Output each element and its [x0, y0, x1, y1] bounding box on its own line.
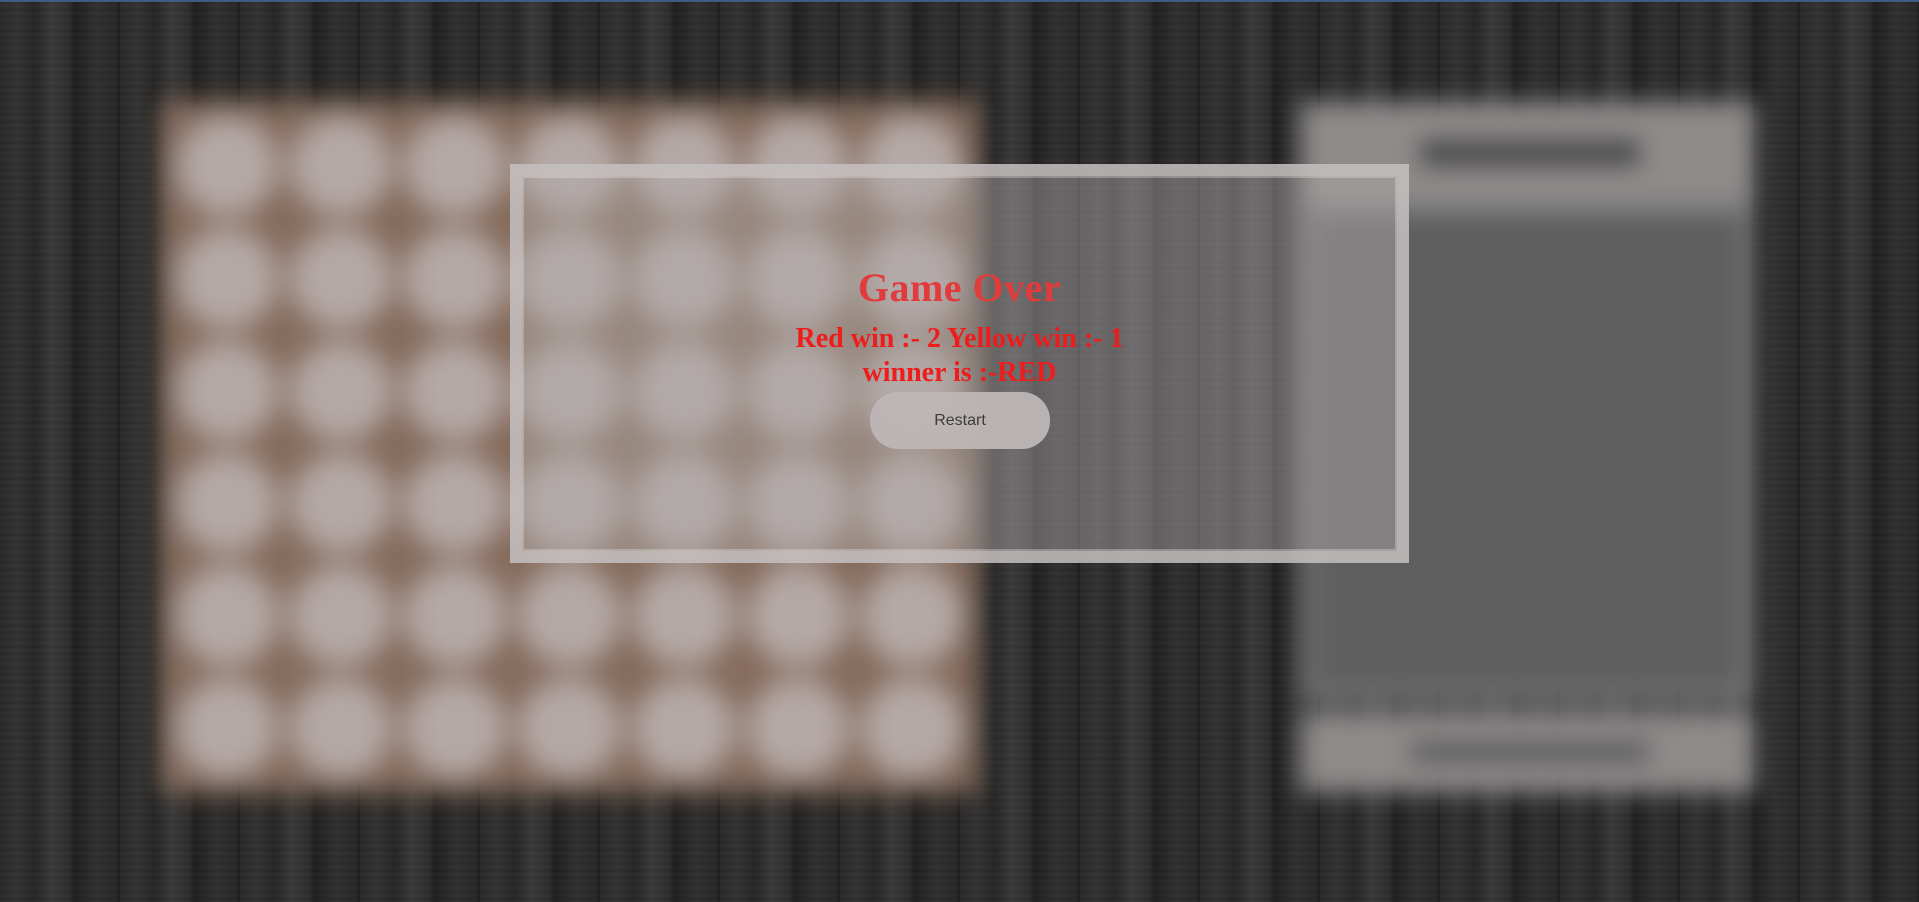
game-over-title: Game Over — [857, 265, 1062, 310]
restart-button[interactable]: Restart — [870, 392, 1050, 449]
side-panel-footer-text — [1410, 742, 1650, 762]
score-summary: Red win :- 2 Yellow win :- 1 winner is :… — [522, 322, 1397, 390]
game-over-modal: Game Over Red win :- 2 Yellow win :- 1 w… — [510, 164, 1409, 563]
winner-line: winner is :-RED — [862, 357, 1057, 388]
top-accent-line — [0, 0, 1919, 2]
game-screen: Game Over Red win :- 2 Yellow win :- 1 w… — [0, 0, 1919, 902]
side-panel-footer — [1300, 712, 1755, 792]
side-panel-header-text — [1420, 140, 1640, 166]
score-line: Red win :- 2 Yellow win :- 1 — [795, 323, 1124, 354]
